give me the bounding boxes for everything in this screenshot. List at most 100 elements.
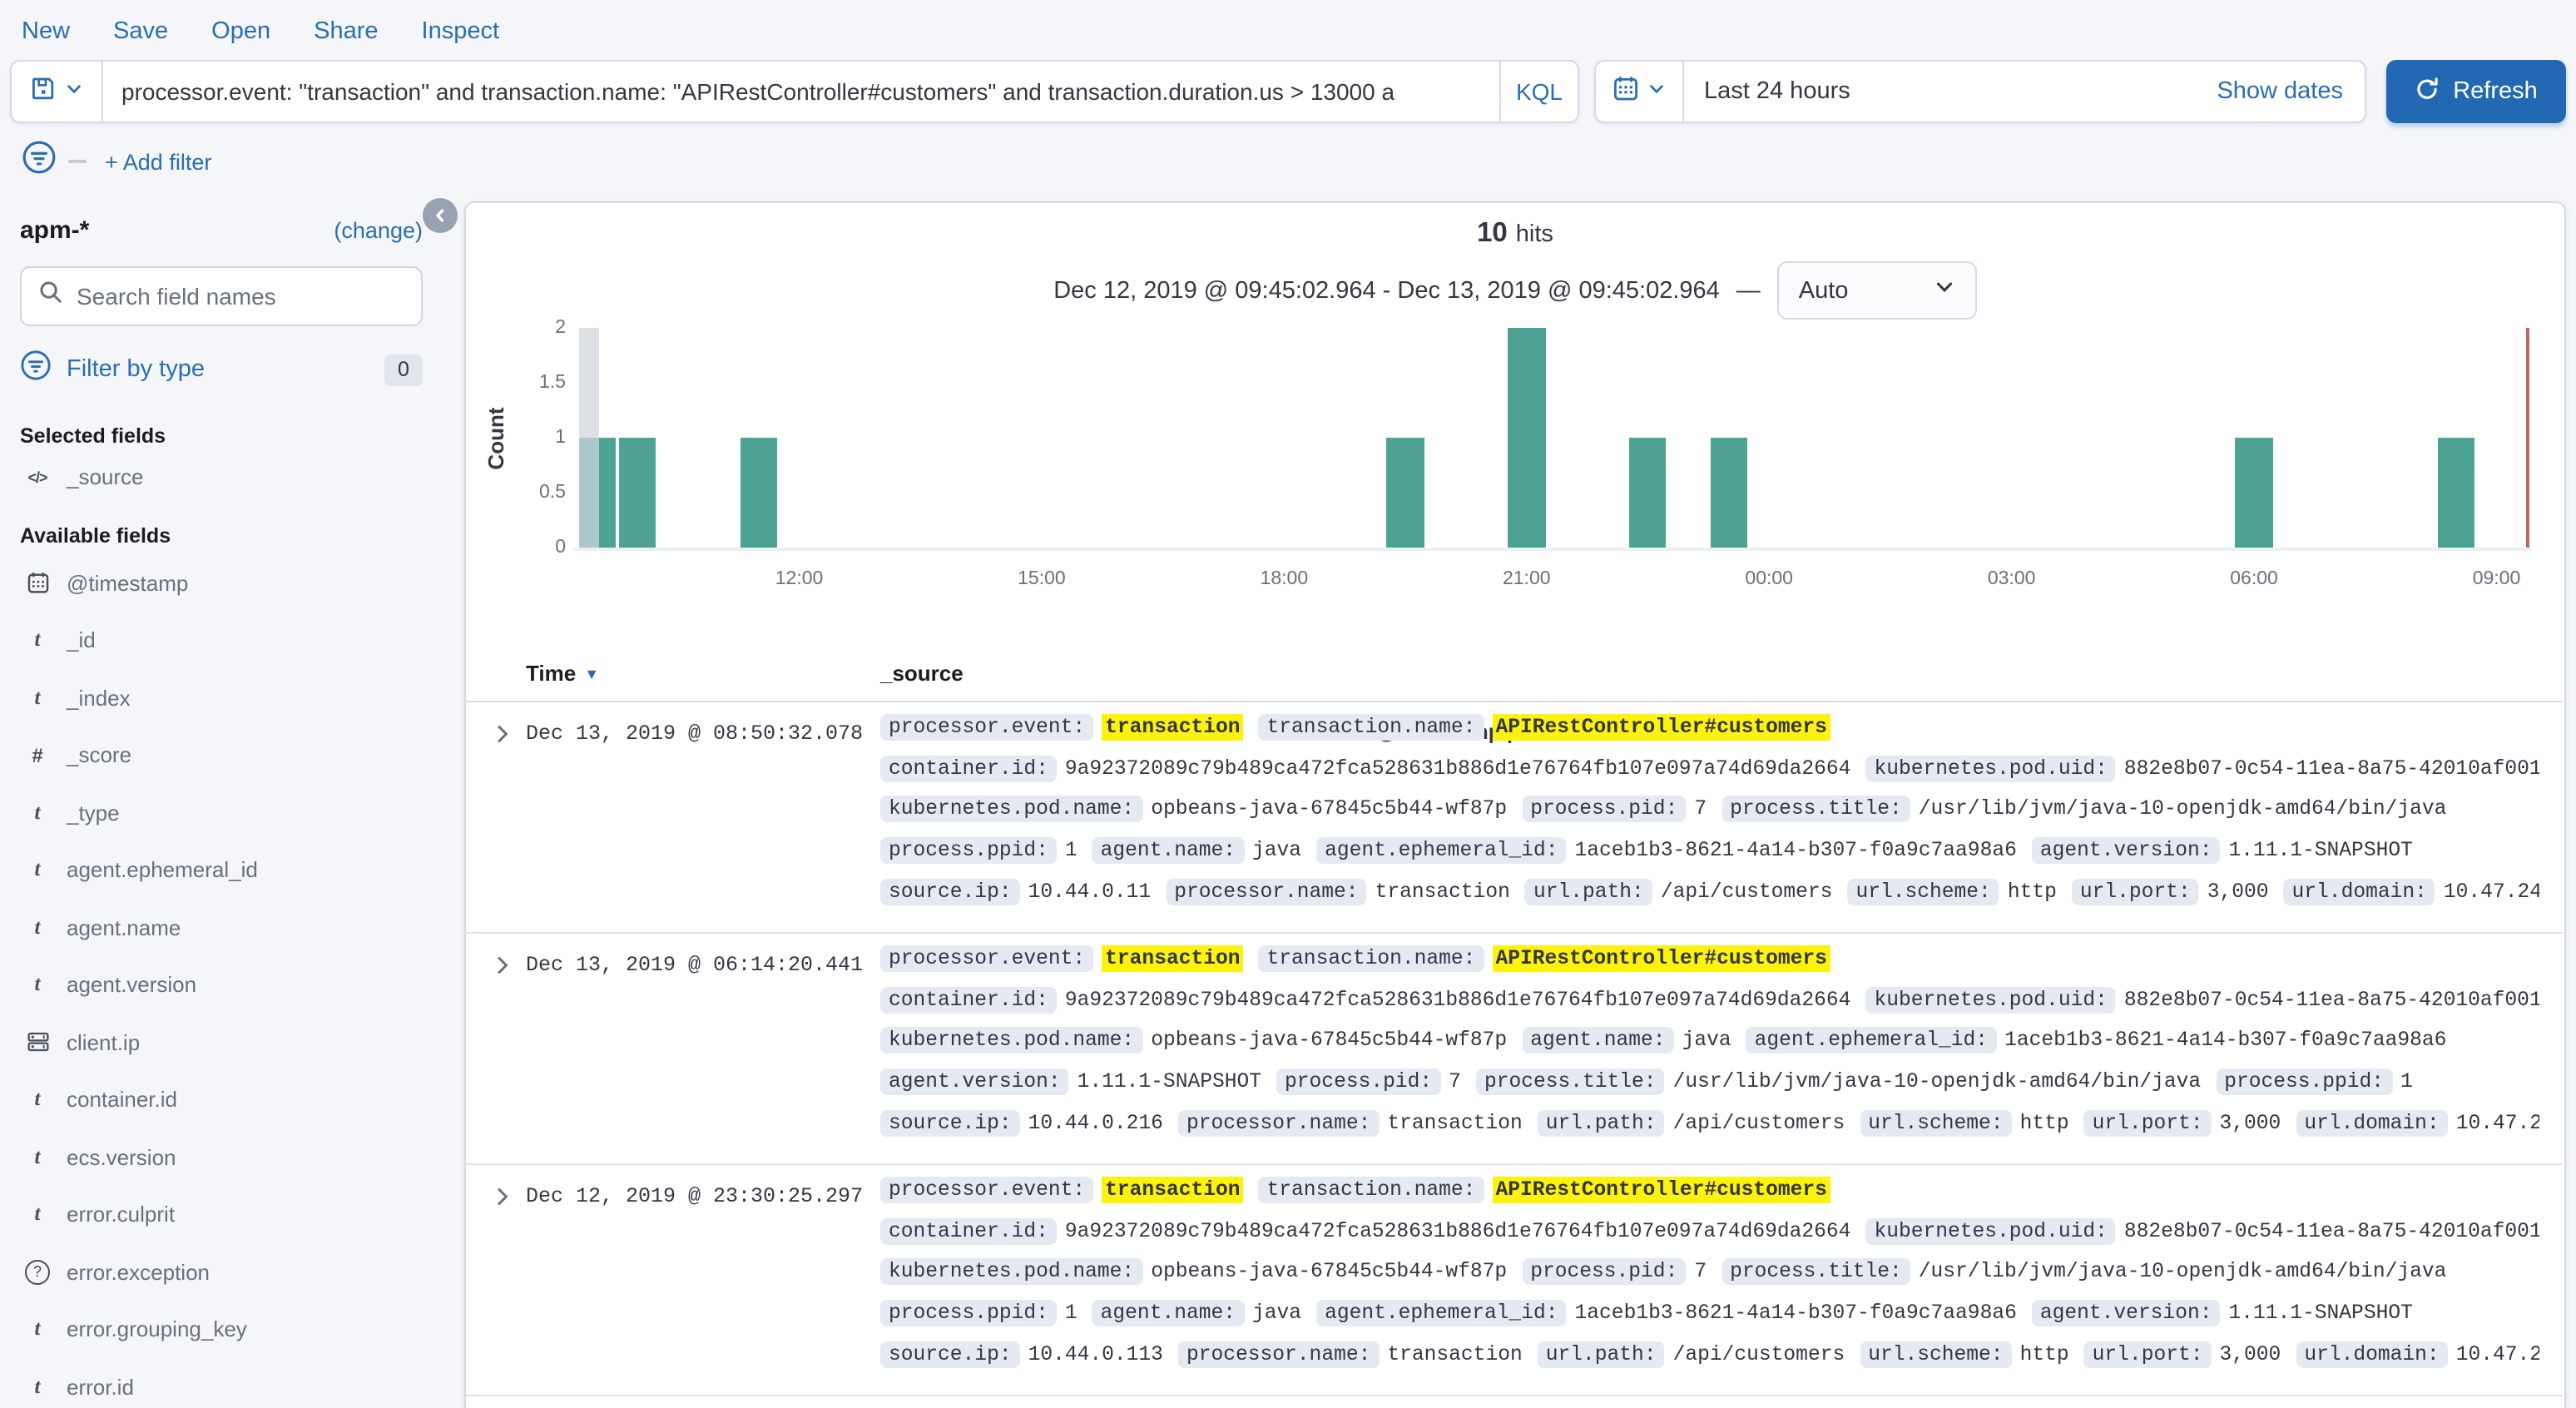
kql-query-input[interactable]: processor.event: "transaction" and trans… [103,62,1499,121]
time-column-header[interactable]: Time ▼ [526,661,599,686]
field-item-_score[interactable]: #_score [20,726,423,784]
field-name-badge: source.ip: [880,1109,1020,1136]
query-language-button[interactable]: KQL [1499,62,1578,121]
field-item-_index[interactable]: t_index [20,669,423,726]
field-value-pair: processor.name:transaction [1178,1341,1523,1367]
filter-by-type-button[interactable]: Filter by type [67,356,205,383]
filter-count-badge: 0 [384,354,423,385]
histogram-bar[interactable] [2437,438,2474,548]
table-body: Dec 13, 2019 @ 08:50:32.078processor.eve… [466,702,2563,1408]
field-item-agent.name[interactable]: tagent.name [20,899,423,956]
field-item-error.culprit[interactable]: terror.culprit [20,1186,423,1243]
source-line: processor.event:transactiontransaction.n… [880,1170,2539,1211]
field-value: 7 [1694,798,1707,821]
field-item-_source[interactable]: </>_source [20,464,423,489]
field-name-badge: processor.event: [880,1177,1093,1204]
collapse-sidebar-button[interactable] [423,198,458,233]
field-name-badge: processor.name: [1166,878,1366,905]
source-line: agent.version:1.11.1-SNAPSHOTprocess.pid… [880,1062,2539,1103]
field-name-badge: agent.name: [1092,837,1244,864]
field-value: 882e8b07-0c54-11ea-8a75-42010af00186 [2124,1220,2539,1243]
field-value-pair: url.domain:10.47.242.108 [2284,878,2539,905]
filter-icon[interactable] [22,140,57,183]
histogram-bar[interactable] [740,438,777,548]
time-range-value[interactable]: Last 24 hours [1684,62,2217,121]
expand-row-button[interactable] [493,955,513,980]
field-value-pair: url.path:/api/customers [1538,1341,1845,1367]
histogram-bar[interactable] [1629,438,1667,548]
field-name-badge: process.pid: [1522,1259,1686,1286]
fields-sidebar: apm-* (change) Search field names Filter… [0,203,443,1408]
field-item-error.grouping_key[interactable]: terror.grouping_key [20,1301,423,1358]
add-filter-button[interactable]: + Add filter [105,149,211,174]
field-value: 1aceb1b3-8621-4a14-b307-f0a9c7aa98a6 [1575,1301,2017,1325]
field-item-container.id[interactable]: tcontainer.id [20,1071,423,1128]
field-item-error.exception[interactable]: ?error.exception [20,1243,423,1301]
histogram-bar[interactable] [619,438,656,548]
quick-select-time-button[interactable] [1596,62,1684,121]
field-value-pair: agent.name:java [1092,837,1301,864]
field-item-_type[interactable]: t_type [20,784,423,841]
field-item-error.id[interactable]: terror.id [20,1358,423,1408]
change-index-pattern-link[interactable]: (change) [334,218,423,243]
string-icon: t [25,973,50,998]
x-tick-label: 09:00 [2473,569,2521,589]
interval-select[interactable]: Auto [1777,261,1977,320]
field-value: 1aceb1b3-8621-4a14-b307-f0a9c7aa98a6 [2004,1029,2446,1053]
field-value-pair: agent.version:1.11.1-SNAPSHOT [2032,837,2413,864]
string-icon: t [25,1088,50,1113]
field-value-pair: agent.version:1.11.1-SNAPSHOT [2032,1300,2413,1326]
field-name-badge: url.scheme: [1860,1341,2011,1367]
field-name-badge: kubernetes.pod.name: [880,1259,1142,1286]
histogram-bar[interactable] [1710,438,1747,548]
field-value-pair: process.pid:7 [1522,1259,1707,1286]
topnav-link-save[interactable]: Save [113,18,168,45]
field-item-ecs.version[interactable]: tecs.version [20,1128,423,1186]
field-search-input[interactable]: Search field names [20,266,423,326]
field-item-_id[interactable]: t_id [20,612,423,669]
selected-fields-list: </>_source [20,464,423,489]
field-item-agent.version[interactable]: t agent.version [20,956,423,1014]
field-name-badge: process.pid: [1522,796,1686,823]
expand-row-button[interactable] [493,724,513,749]
topnav-link-open[interactable]: Open [211,18,270,45]
field-value-pair: process.title:/usr/lib/jvm/java-10-openj… [1476,1068,2201,1095]
field-item-client.ip[interactable]: client.ip [20,1014,423,1071]
histogram-bar[interactable] [1508,328,1545,548]
field-value-pair: transaction.name:APIRestController#custo… [1259,715,1830,741]
row-source-cell: processor.event:transactiontransaction.n… [880,939,2539,1143]
refresh-button[interactable]: Refresh [2386,60,2566,123]
field-label: agent.version [67,973,196,998]
index-pattern-name: apm-* [20,216,89,245]
source-line: container.id:9a92372089c79b489ca472fca52… [880,1211,2539,1252]
field-value-pair: kubernetes.pod.name: opbeans-java-67845c5… [880,1259,1507,1286]
field-label: agent.ephemeral_id [67,858,258,883]
field-item-@timestamp[interactable]: @timestamp [20,554,423,612]
field-label: error.grouping_key [67,1317,247,1342]
histogram-bar[interactable] [2236,438,2273,548]
field-name-badge: agent.ephemeral_id: [1316,837,1566,864]
field-value: transaction [1387,1111,1522,1134]
chart-time-range: Dec 12, 2019 @ 09:45:02.964 - Dec 13, 20… [1053,277,1720,304]
topnav-link-share[interactable]: Share [314,18,378,45]
x-tick-label: 15:00 [1018,569,1066,589]
expand-row-button[interactable] [493,1187,513,1212]
field-item-agent.ephemeral_id[interactable]: tagent.ephemeral_id [20,841,423,899]
date-picker-group: Last 24 hours Show dates [1594,60,2366,123]
field-value: 3,000 [2207,880,2269,903]
field-value: opbeans-java-67845c5b44-wf87p [1151,1261,1507,1284]
histogram-bar[interactable] [1387,438,1424,548]
field-name-badge: kubernetes.pod.uid: [1865,1218,2115,1245]
discover-main-panel: 10hits Dec 12, 2019 @ 09:45:02.964 - Dec… [464,201,2566,1408]
topnav-link-new[interactable]: New [22,18,70,45]
field-name-badge: transaction.name: [1259,946,1484,973]
x-tick-label: 12:00 [775,569,824,589]
field-value: transaction [1375,880,1510,903]
show-dates-link[interactable]: Show dates [2217,62,2365,121]
histogram-chart: Count @timestamp per 30 minutes 00.511.5… [466,316,2564,612]
field-value: 9a92372089c79b489ca472fca528631b886d1e76… [1065,1220,1851,1243]
topnav-link-inspect[interactable]: Inspect [422,18,500,45]
field-name-badge: url.scheme: [1847,878,1999,905]
highlighted-value: transaction [1102,1177,1243,1204]
saved-query-menu-button[interactable] [12,62,103,121]
